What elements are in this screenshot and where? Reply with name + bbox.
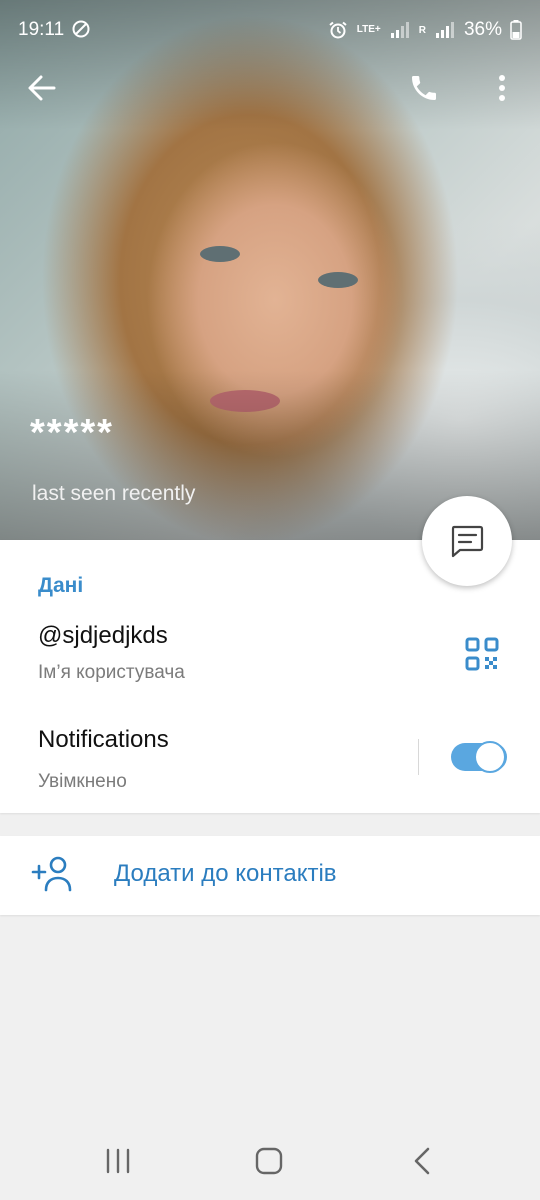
divider [418, 739, 419, 775]
system-back-button[interactable] [402, 1144, 442, 1178]
signal-icon [390, 22, 409, 38]
back-button[interactable] [18, 64, 66, 112]
do-not-disturb-icon [72, 20, 90, 38]
call-button[interactable] [400, 64, 448, 112]
network-label: LTE+ [356, 24, 381, 35]
status-bar: 19:11 LTE+ R 36% [0, 0, 540, 60]
username-value[interactable]: @sjdjedjkds [38, 622, 168, 650]
qr-code-icon [465, 637, 499, 671]
profile-photo[interactable] [0, 0, 540, 540]
system-nav-bar [0, 1120, 540, 1200]
status-icons: LTE+ R 36% [327, 19, 522, 41]
profile-last-seen: last seen recently [32, 482, 196, 505]
more-vertical-icon [499, 75, 505, 101]
add-contact-row[interactable]: Додати до контактів [0, 836, 540, 915]
photo-detail [318, 272, 358, 288]
home-button[interactable] [249, 1144, 289, 1178]
section-title: Дані [38, 574, 84, 597]
more-options-button[interactable] [478, 64, 526, 112]
recent-apps-icon [106, 1148, 130, 1174]
battery-icon [510, 20, 522, 40]
home-icon [255, 1147, 283, 1175]
arrow-left-icon [28, 75, 56, 101]
alarm-icon [329, 21, 347, 39]
status-time: 19:11 [18, 19, 65, 40]
notifications-label[interactable]: Notifications [38, 726, 169, 754]
chevron-left-icon [414, 1147, 430, 1175]
notifications-toggle[interactable] [451, 741, 507, 773]
add-user-icon [31, 856, 72, 892]
toggle-knob [474, 741, 506, 773]
add-contact-label[interactable]: Додати до контактів [114, 860, 337, 888]
phone-icon [412, 76, 436, 100]
notifications-state: Увімкнено [38, 771, 127, 792]
roaming-label: R [418, 24, 426, 36]
message-icon [451, 525, 484, 558]
signal-icon [435, 22, 454, 38]
qr-code-button[interactable] [462, 634, 502, 674]
profile-name: ***** [30, 412, 114, 454]
username-caption: Ім’я користувача [38, 662, 185, 683]
photo-detail [200, 246, 240, 262]
send-message-button[interactable] [422, 496, 512, 586]
recent-apps-button[interactable] [98, 1144, 138, 1178]
battery-percent: 36% [463, 19, 502, 40]
